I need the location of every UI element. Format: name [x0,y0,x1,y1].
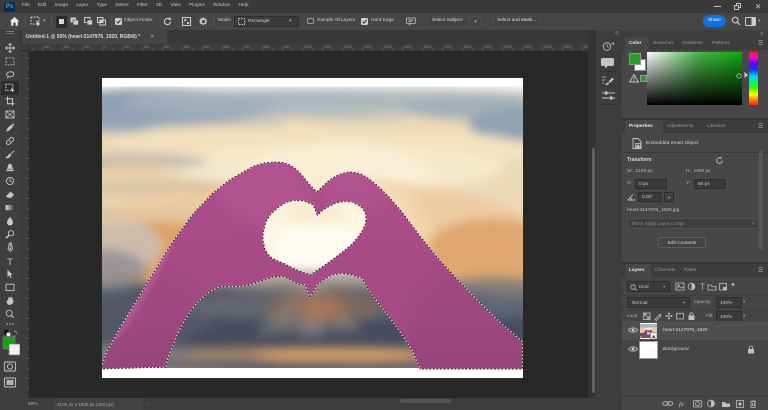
svg-text:500: 500 [204,45,210,49]
svg-text:T: T [7,257,13,268]
svg-text:300: 300 [44,45,50,49]
svg-text:400: 400 [184,45,190,49]
svg-text:2000: 2000 [504,45,512,49]
svg-text:0: 0 [104,45,106,49]
svg-text:100: 100 [124,45,130,49]
svg-text:1200: 1200 [344,45,352,49]
svg-text:900: 900 [284,45,290,49]
svg-text:600: 600 [224,45,230,49]
svg-text:200: 200 [144,45,150,49]
svg-text:fx: fx [679,401,684,408]
svg-text:700: 700 [244,45,250,49]
svg-text:1400: 1400 [384,45,392,49]
svg-text:T: T [700,283,705,292]
svg-text:1800: 1800 [464,45,472,49]
svg-text:1900: 1900 [484,45,492,49]
svg-text:1300: 1300 [364,45,372,49]
svg-text:1500: 1500 [404,45,412,49]
svg-text:2100: 2100 [524,45,532,49]
svg-text:800: 800 [264,45,270,49]
svg-text:2200: 2200 [544,45,552,49]
svg-text:1000: 1000 [304,45,312,49]
svg-text:2300: 2300 [564,45,572,49]
svg-text:1600: 1600 [424,45,432,49]
svg-text:1700: 1700 [444,45,452,49]
svg-text:1100: 1100 [324,45,332,49]
svg-text:200: 200 [64,45,70,49]
svg-text:100: 100 [84,45,90,49]
svg-text:300: 300 [164,45,170,49]
